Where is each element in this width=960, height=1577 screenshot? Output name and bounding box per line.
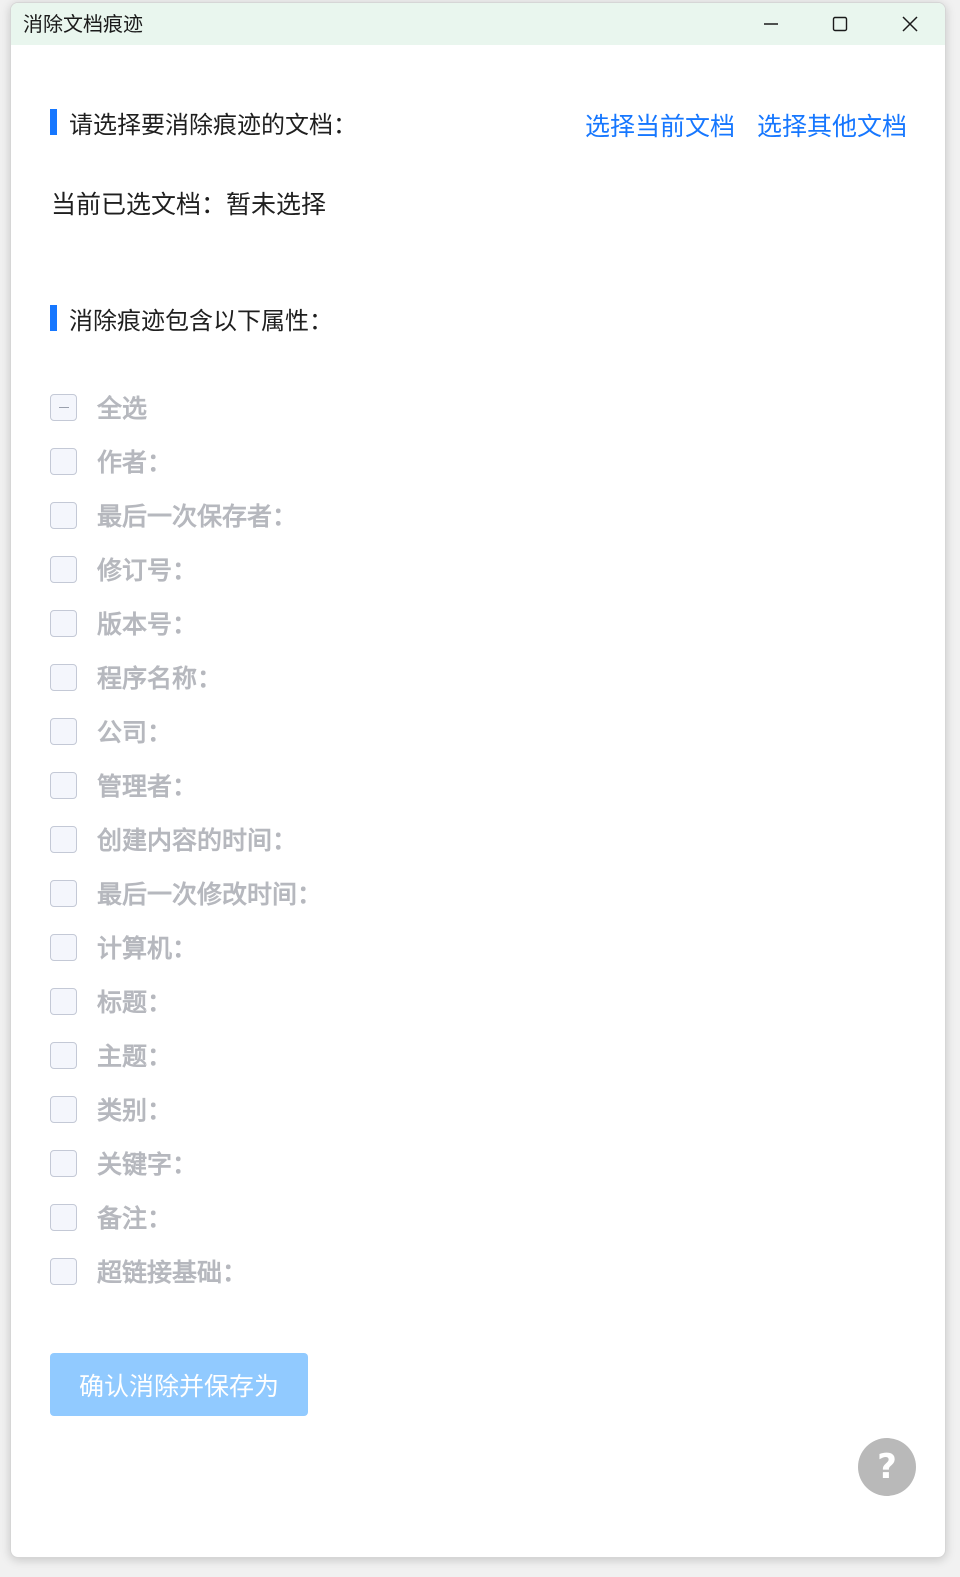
select-other-document-link[interactable]: 选择其他文档 — [757, 107, 907, 143]
attribute-checkbox-company[interactable] — [50, 717, 77, 745]
document-link-group: 选择当前文档 选择其他文档 — [585, 107, 907, 143]
section-accent-bar — [50, 305, 57, 331]
attribute-checkbox-keywords[interactable] — [50, 1149, 77, 1177]
attribute-label: 公司： — [97, 718, 173, 747]
attribute-row: 最后一次修改时间： — [50, 866, 322, 920]
indeterminate-dash-icon — [59, 406, 69, 408]
minimize-button[interactable] — [738, 3, 804, 45]
attribute-label: 最后一次修改时间： — [97, 880, 323, 909]
attribute-checkbox-revision[interactable] — [50, 555, 77, 583]
attribute-label: 程序名称： — [97, 664, 223, 693]
attribute-label: 备注： — [97, 1204, 173, 1233]
attributes-section-heading: 消除痕迹包含以下属性： — [50, 303, 333, 335]
attribute-checkbox-version[interactable] — [50, 609, 77, 637]
attribute-row: 公司： — [50, 704, 322, 758]
attribute-row: 版本号： — [50, 596, 322, 650]
attribute-row: 备注： — [50, 1190, 322, 1244]
attribute-checkbox-computer[interactable] — [50, 933, 77, 961]
attribute-row: 超链接基础： — [50, 1244, 322, 1298]
attribute-label: 关键字： — [97, 1150, 198, 1179]
attribute-checkbox-title[interactable] — [50, 987, 77, 1015]
attribute-row: 程序名称： — [50, 650, 322, 704]
attribute-row: 计算机： — [50, 920, 322, 974]
attribute-checkbox-category[interactable] — [50, 1095, 77, 1123]
attribute-row: 最后一次保存者： — [50, 488, 322, 542]
attribute-checkbox-author[interactable] — [50, 447, 77, 475]
attribute-row: 类别： — [50, 1082, 322, 1136]
attribute-row: 管理者： — [50, 758, 322, 812]
document-section-title: 请选择要消除痕迹的文档： — [69, 110, 357, 139]
attribute-label: 版本号： — [97, 610, 198, 639]
attribute-checkbox-comments[interactable] — [50, 1203, 77, 1231]
attribute-label: 计算机： — [97, 934, 198, 963]
attribute-row: 修订号： — [50, 542, 322, 596]
select-all-label: 全选 — [97, 394, 148, 423]
section-accent-bar — [50, 109, 57, 135]
attribute-checkbox-manager[interactable] — [50, 771, 77, 799]
help-button[interactable]: ? — [858, 1438, 916, 1496]
attribute-checkbox-program-name[interactable] — [50, 663, 77, 691]
attribute-row: 创建内容的时间： — [50, 812, 322, 866]
attribute-row: 主题： — [50, 1028, 322, 1082]
close-icon — [902, 16, 918, 32]
maximize-button[interactable] — [807, 3, 873, 45]
select-all-row: 全选 — [50, 380, 322, 434]
close-button[interactable] — [877, 3, 943, 45]
select-current-document-link[interactable]: 选择当前文档 — [585, 107, 735, 143]
attribute-label: 修订号： — [97, 556, 198, 585]
attribute-label: 主题： — [97, 1042, 173, 1071]
attribute-label: 作者： — [97, 448, 173, 477]
title-bar: 消除文档痕迹 — [11, 3, 945, 45]
select-all-checkbox[interactable] — [50, 393, 77, 421]
confirm-remove-and-save-button[interactable]: 确认消除并保存为 — [50, 1353, 308, 1416]
attribute-row: 关键字： — [50, 1136, 322, 1190]
attribute-checkbox-last-saved-by[interactable] — [50, 501, 77, 529]
maximize-icon — [832, 16, 848, 32]
attribute-label: 管理者： — [97, 772, 198, 801]
selected-document-status: 当前已选文档：暂未选择 — [51, 190, 327, 219]
attribute-row: 标题： — [50, 974, 322, 1028]
attribute-checkbox-hyperlink-base[interactable] — [50, 1257, 77, 1285]
attribute-label: 创建内容的时间： — [97, 826, 298, 855]
attribute-label: 超链接基础： — [97, 1258, 248, 1287]
window-title: 消除文档痕迹 — [23, 12, 143, 36]
attribute-label: 标题： — [97, 988, 173, 1017]
attribute-label: 最后一次保存者： — [97, 502, 298, 531]
attributes-section-title: 消除痕迹包含以下属性： — [69, 306, 333, 335]
document-section-heading: 请选择要消除痕迹的文档： — [50, 107, 357, 139]
attribute-checklist: 全选 作者： 最后一次保存者： 修订号： 版本号： 程序名称： 公司： 管理者：… — [50, 380, 322, 1298]
attribute-label: 类别： — [97, 1096, 173, 1125]
attribute-checkbox-subject[interactable] — [50, 1041, 77, 1069]
attribute-row: 作者： — [50, 434, 322, 488]
dialog-window: 消除文档痕迹 请选择要消除痕迹的文档： 选择当前文档 选择其他文档 当前已选文档… — [10, 2, 946, 1558]
attribute-checkbox-modified-time[interactable] — [50, 879, 77, 907]
dialog-content: 请选择要消除痕迹的文档： 选择当前文档 选择其他文档 当前已选文档：暂未选择 消… — [11, 45, 945, 1557]
attribute-checkbox-created-time[interactable] — [50, 825, 77, 853]
minimize-icon — [764, 23, 778, 25]
